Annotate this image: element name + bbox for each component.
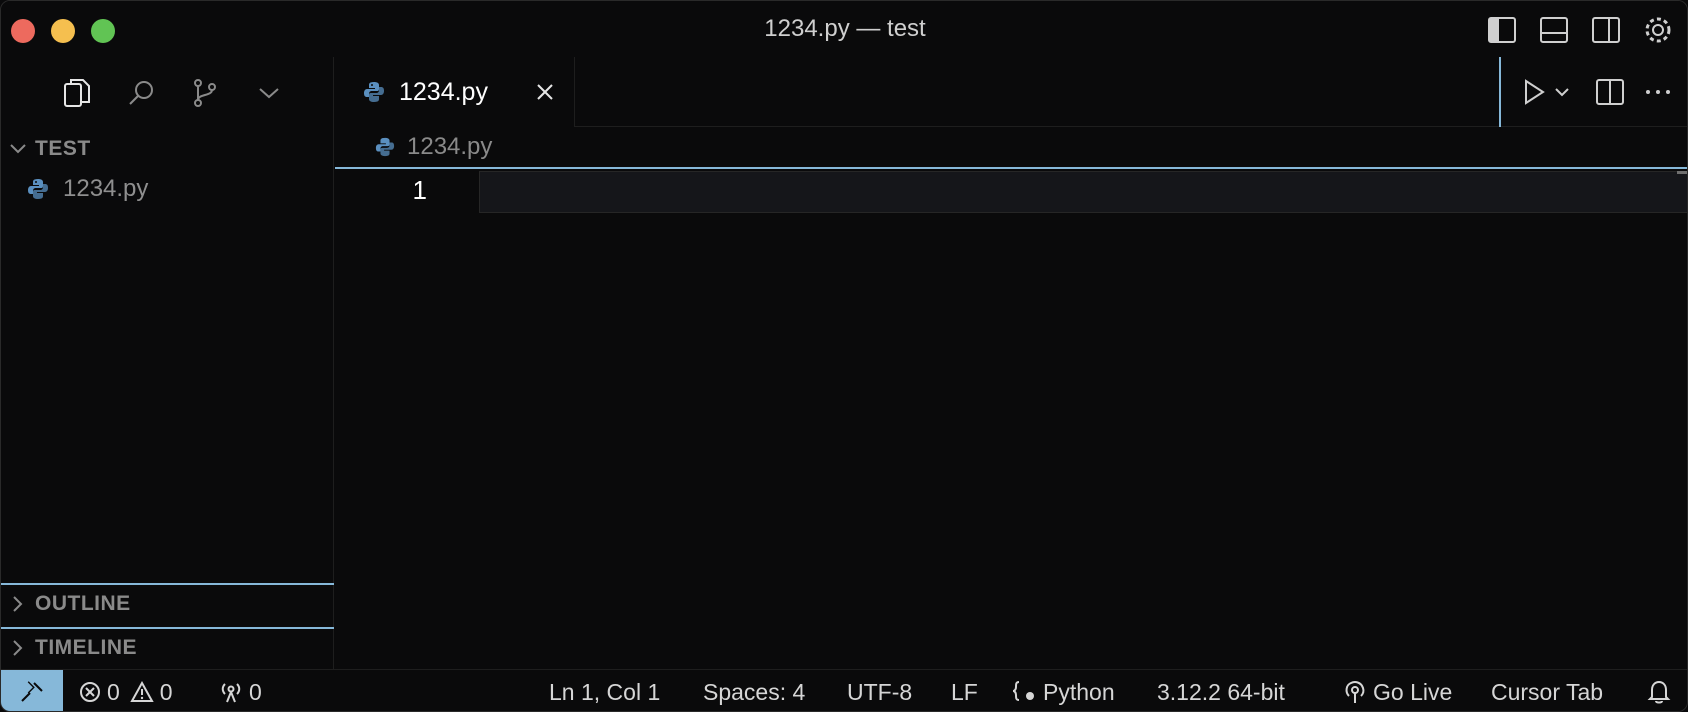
source-control-icon[interactable] bbox=[183, 71, 227, 115]
timeline-section-header[interactable]: TIMELINE bbox=[1, 627, 334, 667]
run-icon[interactable] bbox=[1519, 75, 1549, 109]
search-icon[interactable] bbox=[119, 71, 163, 115]
remote-indicator-icon[interactable] bbox=[1, 670, 63, 711]
broadcast-icon bbox=[219, 681, 243, 703]
editor-tab-bar: 1234.py bbox=[335, 57, 1687, 127]
file-name: 1234.py bbox=[63, 175, 149, 202]
toggle-panel-icon[interactable] bbox=[1537, 13, 1571, 47]
chevron-right-icon bbox=[1, 639, 35, 657]
line-number-gutter: 1 bbox=[335, 171, 479, 215]
cursor-tab-indicator[interactable]: Cursor Tab bbox=[1491, 670, 1603, 711]
end-of-line-setting[interactable]: LF bbox=[951, 670, 978, 711]
indentation-setting[interactable]: Spaces: 4 bbox=[703, 670, 805, 711]
file-item[interactable]: 1234.py bbox=[1, 169, 334, 209]
error-count: 0 bbox=[107, 678, 120, 705]
scrollbar-marker bbox=[1677, 171, 1687, 174]
language-label: Python bbox=[1043, 678, 1115, 705]
go-live-label: Go Live bbox=[1373, 678, 1453, 705]
more-actions-icon[interactable] bbox=[1641, 75, 1675, 109]
chevron-down-icon[interactable] bbox=[1551, 75, 1573, 109]
live-server-icon bbox=[1343, 680, 1367, 704]
explorer-icon[interactable] bbox=[55, 71, 99, 115]
chevron-down-icon bbox=[1, 143, 35, 155]
toggle-primary-sidebar-icon[interactable] bbox=[1485, 13, 1519, 47]
folder-name: TEST bbox=[35, 137, 91, 160]
warning-icon bbox=[130, 681, 154, 703]
status-bar: 0 0 0 Ln 1, Col 1 Spaces: 4 UTF-8 LF Pyt… bbox=[1, 669, 1687, 711]
tab-label: 1234.py bbox=[399, 77, 488, 106]
close-icon[interactable] bbox=[530, 77, 560, 107]
python-icon bbox=[363, 81, 385, 103]
primary-sidebar: TEST 1234.py OUTLINE TIMELINE bbox=[1, 57, 334, 669]
split-editor-icon[interactable] bbox=[1593, 75, 1627, 109]
timeline-title: TIMELINE bbox=[35, 636, 137, 659]
editor-actions bbox=[1499, 57, 1687, 127]
chevron-right-icon bbox=[1, 595, 35, 613]
python-interpreter[interactable]: 3.12.2 64-bit bbox=[1157, 670, 1285, 711]
gear-icon[interactable] bbox=[1641, 13, 1675, 47]
current-line-highlight[interactable] bbox=[479, 171, 1687, 213]
outline-title: OUTLINE bbox=[35, 592, 131, 615]
toggle-secondary-sidebar-icon[interactable] bbox=[1589, 13, 1623, 47]
breadcrumb[interactable]: 1234.py bbox=[335, 127, 1687, 169]
vscode-window: 1234.py — test TEST 1234.py OUTLINE TIME… bbox=[0, 0, 1688, 712]
language-mode[interactable]: Python bbox=[1011, 670, 1115, 711]
explorer-folder-header[interactable]: TEST bbox=[1, 129, 334, 169]
python-icon bbox=[27, 178, 49, 200]
python-icon bbox=[375, 137, 395, 157]
cursor-position[interactable]: Ln 1, Col 1 bbox=[549, 670, 660, 711]
warning-count: 0 bbox=[159, 678, 173, 705]
go-live-button[interactable]: Go Live bbox=[1343, 670, 1453, 711]
chevron-down-icon[interactable] bbox=[247, 71, 291, 115]
encoding-setting[interactable]: UTF-8 bbox=[847, 670, 912, 711]
breadcrumb-file: 1234.py bbox=[407, 133, 493, 160]
ports-indicator[interactable]: 0 bbox=[219, 670, 262, 711]
ports-count: 0 bbox=[249, 678, 262, 705]
bell-icon[interactable] bbox=[1647, 670, 1671, 711]
line-number: 1 bbox=[412, 175, 427, 205]
problems-indicator[interactable]: 0 0 bbox=[79, 670, 173, 711]
editor-tab[interactable]: 1234.py bbox=[335, 57, 575, 127]
window-title: 1234.py — test bbox=[764, 15, 926, 42]
activity-bar bbox=[1, 57, 334, 129]
outline-section-header[interactable]: OUTLINE bbox=[1, 583, 334, 623]
error-icon bbox=[79, 681, 101, 703]
braces-icon bbox=[1011, 680, 1037, 704]
title-bar: 1234.py — test bbox=[1, 1, 1687, 57]
